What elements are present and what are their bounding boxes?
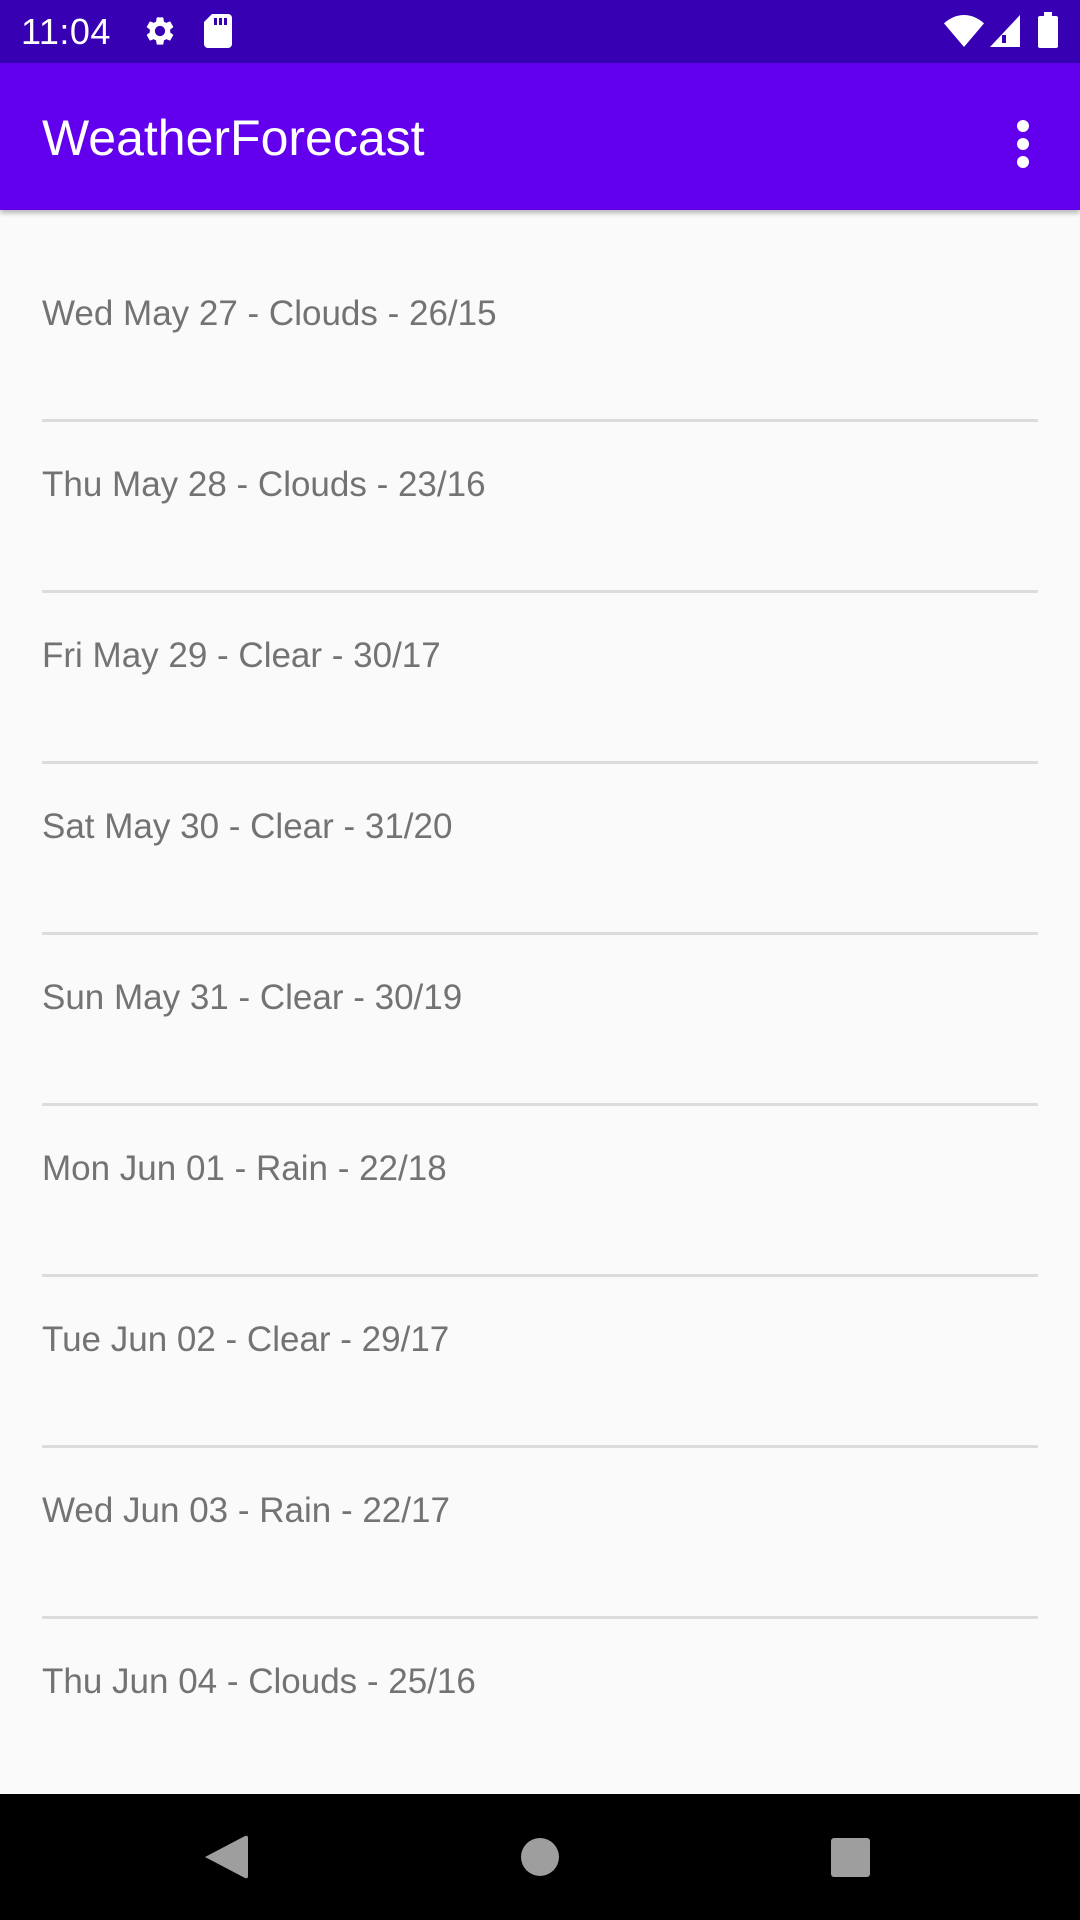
forecast-item-label: Thu May 28 - Clouds - 23/16 [42, 465, 486, 504]
forecast-item[interactable]: Sat May 30 - Clear - 31/20 [42, 723, 1038, 935]
forecast-item-label: Sun May 31 - Clear - 30/19 [42, 978, 463, 1017]
settings-gear-icon [146, 17, 174, 45]
battery-icon [1038, 12, 1058, 48]
forecast-item[interactable]: Fri May 29 - Clear - 30/17 [42, 552, 1038, 764]
recents-icon[interactable] [816, 1794, 886, 1920]
forecast-item[interactable]: Thu Jun 04 - Clouds - 25/16 [42, 1578, 1038, 1749]
forecast-item[interactable]: Mon Jun 01 - Rain - 22/18 [42, 1065, 1038, 1277]
home-icon[interactable] [505, 1794, 575, 1920]
forecast-item-label: Sat May 30 - Clear - 31/20 [42, 807, 453, 846]
cell-signal-icon [990, 15, 1020, 47]
forecast-item[interactable]: Tue Jun 02 - Clear - 29/17 [42, 1236, 1038, 1448]
nav-bar [0, 1794, 1080, 1920]
forecast-item[interactable]: Sun May 31 - Clear - 30/19 [42, 894, 1038, 1106]
app-bar: WeatherForecast [0, 63, 1080, 210]
forecast-item[interactable]: Wed Jun 03 - Rain - 22/17 [42, 1407, 1038, 1619]
forecast-item-label: Thu Jun 04 - Clouds - 25/16 [42, 1662, 476, 1701]
forecast-list[interactable]: Wed May 27 - Clouds - 26/15 Thu May 28 -… [0, 210, 1080, 1794]
wifi-icon [944, 15, 984, 47]
status-time: 11:04 [21, 11, 111, 52]
forecast-item-label: Tue Jun 02 - Clear - 29/17 [42, 1320, 450, 1359]
back-icon[interactable] [190, 1794, 260, 1920]
sd-card-icon [204, 14, 232, 48]
more-vert-icon[interactable] [996, 103, 1050, 173]
status-bar: 11:04 [0, 0, 1080, 63]
forecast-item-label: Mon Jun 01 - Rain - 22/18 [42, 1149, 447, 1188]
forecast-item[interactable]: Thu May 28 - Clouds - 23/16 [42, 381, 1038, 593]
forecast-item-label: Wed Jun 03 - Rain - 22/17 [42, 1491, 450, 1530]
forecast-item-label: Fri May 29 - Clear - 30/17 [42, 636, 441, 675]
forecast-item-label: Wed May 27 - Clouds - 26/15 [42, 294, 497, 333]
forecast-item[interactable]: Wed May 27 - Clouds - 26/15 [42, 210, 1038, 422]
app-title: WeatherForecast [42, 110, 425, 166]
